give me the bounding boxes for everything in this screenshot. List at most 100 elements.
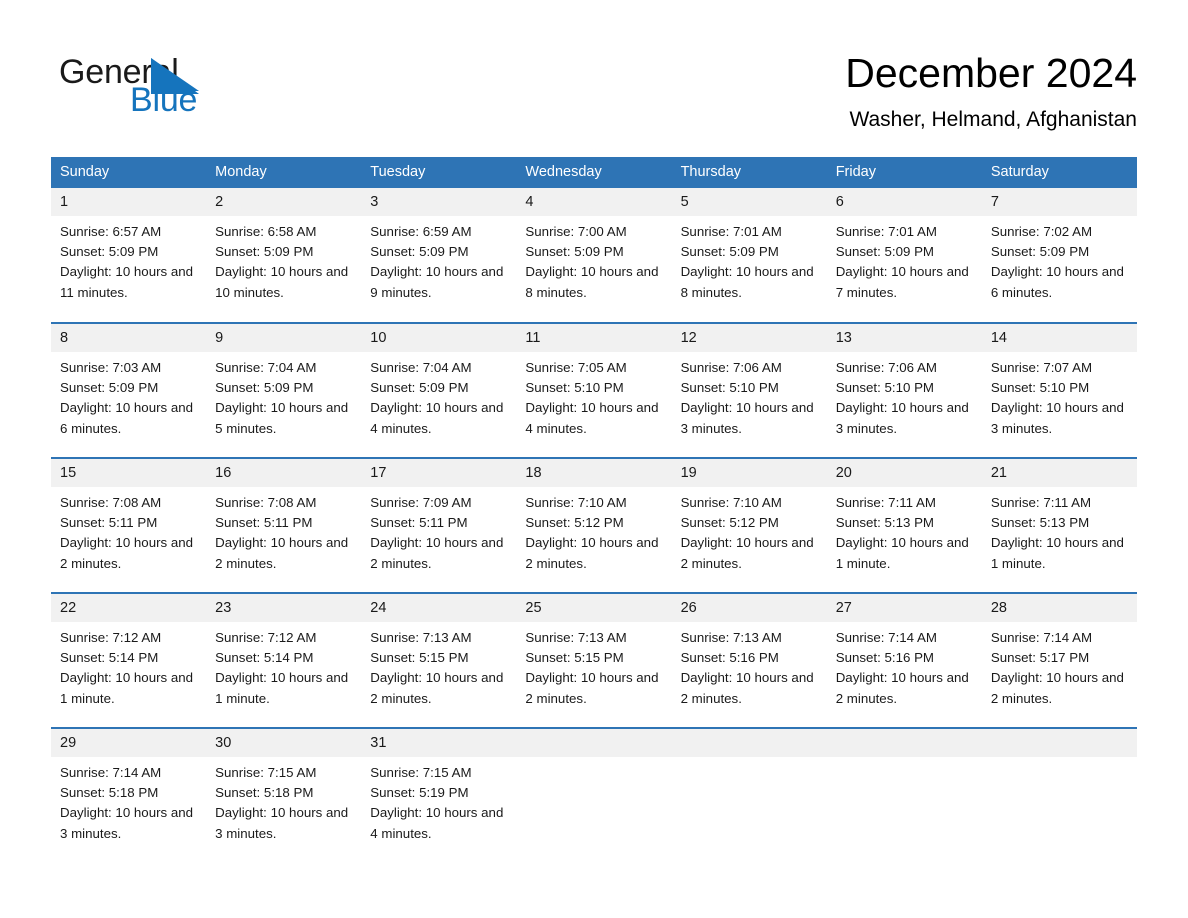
- calendar-day-cell[interactable]: 14 Sunrise: 7:07 AM Sunset: 5:10 PM Dayligh…: [981, 322, 1137, 458]
- sunrise-text: Sunrise: 7:11 AM: [990, 495, 1092, 510]
- day-details: Sunrise: 7:04 AM Sunset: 5:09 PM Daylight:…: [206, 352, 361, 439]
- day-cell-inner: 27 Sunrise: 7:14 AM Sunset: 5:16 PM Dayligh…: [826, 594, 982, 727]
- calendar-day-cell[interactable]: 12 Sunrise: 7:06 AM Sunset: 5:10 PM Dayligh…: [671, 322, 827, 458]
- weekday-header-saturday: Saturday: [981, 157, 1137, 188]
- day-number: [826, 729, 982, 757]
- calendar-day-cell[interactable]: 22 Sunrise: 7:12 AM Sunset: 5:14 PM Dayligh…: [51, 592, 207, 728]
- day-number: 21: [981, 459, 1137, 487]
- sunrise-text: Sunrise: 7:13 AM: [370, 630, 472, 645]
- calendar-day-cell[interactable]: 16 Sunrise: 7:08 AM Sunset: 5:11 PM Dayligh…: [206, 457, 362, 593]
- calendar-day-cell[interactable]: 20 Sunrise: 7:11 AM Sunset: 5:13 PM Dayligh…: [826, 457, 982, 593]
- sunset-text: Sunset: 5:09 PM: [835, 244, 935, 260]
- daylight-text: Daylight: 10 hours and 10 minutes.: [215, 264, 349, 300]
- calendar-day-cell[interactable]: 5 Sunrise: 7:01 AM Sunset: 5:09 PM Daylight…: [671, 188, 827, 323]
- generalblue-logo[interactable]: General Blue: [59, 52, 289, 122]
- calendar-day-cell[interactable]: 9 Sunrise: 7:04 AM Sunset: 5:09 PM Daylight…: [206, 322, 362, 458]
- calendar-day-cell[interactable]: 2 Sunrise: 6:58 AM Sunset: 5:09 PM Daylight…: [206, 188, 362, 323]
- sunset-text: Sunset: 5:15 PM: [525, 650, 624, 666]
- day-number: 16: [206, 459, 362, 487]
- day-number: 7: [981, 188, 1137, 216]
- sunset-text: Sunset: 5:18 PM: [60, 785, 159, 801]
- calendar-day-cell[interactable]: 3 Sunrise: 6:59 AM Sunset: 5:09 PM Daylight…: [361, 188, 517, 323]
- daylight-text: Daylight: 10 hours and 2 minutes.: [370, 535, 504, 571]
- day-details: Sunrise: 7:14 AM Sunset: 5:16 PM Daylight:…: [827, 622, 982, 709]
- weekday-header-sunday: Sunday: [51, 157, 207, 188]
- calendar-day-cell[interactable]: 8 Sunrise: 7:03 AM Sunset: 5:09 PM Daylight…: [51, 322, 207, 458]
- calendar-day-cell[interactable]: 23 Sunrise: 7:12 AM Sunset: 5:14 PM Dayligh…: [206, 592, 362, 728]
- sunrise-text: Sunrise: 7:04 AM: [370, 360, 472, 375]
- day-number: [671, 729, 827, 757]
- weekday-header-thursday: Thursday: [671, 157, 827, 188]
- sunrise-text: Sunrise: 7:15 AM: [215, 765, 317, 780]
- calendar-day-cell[interactable]: 17 Sunrise: 7:09 AM Sunset: 5:11 PM Dayligh…: [361, 457, 517, 593]
- daylight-text: Daylight: 10 hours and 8 minutes.: [525, 264, 659, 300]
- calendar-day-cell[interactable]: 11 Sunrise: 7:05 AM Sunset: 5:10 PM Dayligh…: [516, 322, 672, 458]
- calendar-day-cell[interactable]: 21 Sunrise: 7:11 AM Sunset: 5:13 PM Dayligh…: [981, 457, 1137, 593]
- day-details: Sunrise: 7:00 AM Sunset: 5:09 PM Daylight:…: [516, 216, 671, 303]
- day-details: Sunrise: 7:10 AM Sunset: 5:12 PM Daylight:…: [516, 487, 671, 574]
- calendar-day-cell[interactable]: 28 Sunrise: 7:14 AM Sunset: 5:17 PM Dayligh…: [981, 592, 1137, 728]
- calendar-day-cell[interactable]: 13 Sunrise: 7:06 AM Sunset: 5:10 PM Dayligh…: [826, 322, 982, 458]
- day-number: 22: [51, 594, 207, 622]
- day-number: 23: [206, 594, 362, 622]
- page-title: December 2024: [845, 50, 1137, 96]
- sunrise-text: Sunrise: 7:00 AM: [525, 224, 627, 239]
- calendar-day-cell[interactable]: 30 Sunrise: 7:15 AM Sunset: 5:18 PM Dayligh…: [206, 727, 362, 863]
- calendar-week-row: 29 Sunrise: 7:14 AM Sunset: 5:18 PM Dayligh…: [51, 727, 1137, 863]
- calendar-day-cell[interactable]: 27 Sunrise: 7:14 AM Sunset: 5:16 PM Dayligh…: [826, 592, 982, 728]
- day-cell-inner: [826, 729, 982, 863]
- daylight-text: Daylight: 10 hours and 6 minutes.: [990, 264, 1124, 300]
- sunrise-text: Sunrise: 7:04 AM: [215, 360, 317, 375]
- calendar-day-cell[interactable]: 10 Sunrise: 7:04 AM Sunset: 5:09 PM Dayligh…: [361, 322, 517, 458]
- day-details: Sunrise: 7:15 AM Sunset: 5:19 PM Daylight:…: [361, 757, 516, 844]
- day-cell-inner: 20 Sunrise: 7:11 AM Sunset: 5:13 PM Dayligh…: [826, 459, 982, 592]
- calendar-day-cell[interactable]: 25 Sunrise: 7:13 AM Sunset: 5:15 PM Dayligh…: [516, 592, 672, 728]
- sunrise-text: Sunrise: 6:57 AM: [60, 224, 162, 239]
- day-cell-inner: 9 Sunrise: 7:04 AM Sunset: 5:09 PM Daylight…: [206, 324, 362, 457]
- day-number: 29: [51, 729, 207, 757]
- calendar-day-cell[interactable]: 6 Sunrise: 7:01 AM Sunset: 5:09 PM Daylight…: [826, 188, 982, 323]
- sunrise-text: Sunrise: 7:05 AM: [525, 360, 627, 375]
- day-cell-inner: 31 Sunrise: 7:15 AM Sunset: 5:19 PM Dayligh…: [361, 729, 517, 863]
- calendar-day-cell[interactable]: 15 Sunrise: 7:08 AM Sunset: 5:11 PM Dayligh…: [51, 457, 207, 593]
- day-details: Sunrise: 7:13 AM Sunset: 5:16 PM Daylight:…: [672, 622, 827, 709]
- day-cell-inner: 12 Sunrise: 7:06 AM Sunset: 5:10 PM Dayligh…: [671, 324, 827, 457]
- day-number: 25: [516, 594, 672, 622]
- day-cell-inner: 3 Sunrise: 6:59 AM Sunset: 5:09 PM Daylight…: [361, 188, 517, 322]
- day-number: 10: [361, 324, 517, 352]
- daylight-text: Daylight: 10 hours and 2 minutes.: [835, 670, 969, 706]
- daylight-text: Daylight: 10 hours and 3 minutes.: [680, 400, 814, 436]
- calendar-page: General Blue December 2024 Washer, Helma…: [0, 0, 1188, 918]
- calendar-header-row: Sunday Monday Tuesday Wednesday Thursday…: [51, 157, 1137, 188]
- day-details: Sunrise: 7:01 AM Sunset: 5:09 PM Daylight:…: [672, 216, 827, 303]
- sunrise-text: Sunrise: 7:01 AM: [835, 224, 937, 239]
- sunset-text: Sunset: 5:11 PM: [370, 515, 468, 531]
- calendar-day-cell[interactable]: 1 Sunrise: 6:57 AM Sunset: 5:09 PM Daylight…: [51, 188, 207, 323]
- daylight-text: Daylight: 10 hours and 3 minutes.: [60, 805, 194, 841]
- calendar-day-cell[interactable]: 4 Sunrise: 7:00 AM Sunset: 5:09 PM Daylight…: [516, 188, 672, 323]
- sunrise-text: Sunrise: 7:15 AM: [370, 765, 472, 780]
- daylight-text: Daylight: 10 hours and 1 minute.: [215, 670, 349, 706]
- sunrise-text: Sunrise: 6:59 AM: [370, 224, 472, 239]
- daylight-text: Daylight: 10 hours and 2 minutes.: [680, 670, 814, 706]
- calendar-day-cell[interactable]: 24 Sunrise: 7:13 AM Sunset: 5:15 PM Dayligh…: [361, 592, 517, 728]
- day-details: Sunrise: 7:15 AM Sunset: 5:18 PM Daylight:…: [206, 757, 361, 844]
- calendar-day-cell[interactable]: 18 Sunrise: 7:10 AM Sunset: 5:12 PM Dayligh…: [516, 457, 672, 593]
- calendar-day-cell[interactable]: 19 Sunrise: 7:10 AM Sunset: 5:12 PM Dayligh…: [671, 457, 827, 593]
- sunrise-text: Sunrise: 6:58 AM: [215, 224, 317, 239]
- daylight-text: Daylight: 10 hours and 5 minutes.: [215, 400, 349, 436]
- calendar-day-cell[interactable]: 7 Sunrise: 7:02 AM Sunset: 5:09 PM Daylight…: [981, 188, 1137, 323]
- calendar-day-cell[interactable]: 29 Sunrise: 7:14 AM Sunset: 5:18 PM Dayligh…: [51, 727, 207, 863]
- day-details: Sunrise: 7:08 AM Sunset: 5:11 PM Daylight:…: [206, 487, 361, 574]
- sunset-text: Sunset: 5:09 PM: [370, 380, 469, 396]
- day-cell-inner: 26 Sunrise: 7:13 AM Sunset: 5:16 PM Dayligh…: [671, 594, 827, 727]
- sunset-text: Sunset: 5:09 PM: [60, 380, 159, 396]
- daylight-text: Daylight: 10 hours and 1 minute.: [60, 670, 194, 706]
- sunrise-text: Sunrise: 7:10 AM: [680, 495, 782, 510]
- day-cell-inner: 15 Sunrise: 7:08 AM Sunset: 5:11 PM Dayligh…: [51, 459, 207, 592]
- day-details: Sunrise: 7:01 AM Sunset: 5:09 PM Daylight:…: [827, 216, 982, 303]
- calendar-day-cell[interactable]: 26 Sunrise: 7:13 AM Sunset: 5:16 PM Dayligh…: [671, 592, 827, 728]
- calendar-day-cell: [516, 727, 672, 863]
- sunset-text: Sunset: 5:09 PM: [990, 244, 1090, 260]
- calendar-day-cell[interactable]: 31 Sunrise: 7:15 AM Sunset: 5:19 PM Dayligh…: [361, 727, 517, 863]
